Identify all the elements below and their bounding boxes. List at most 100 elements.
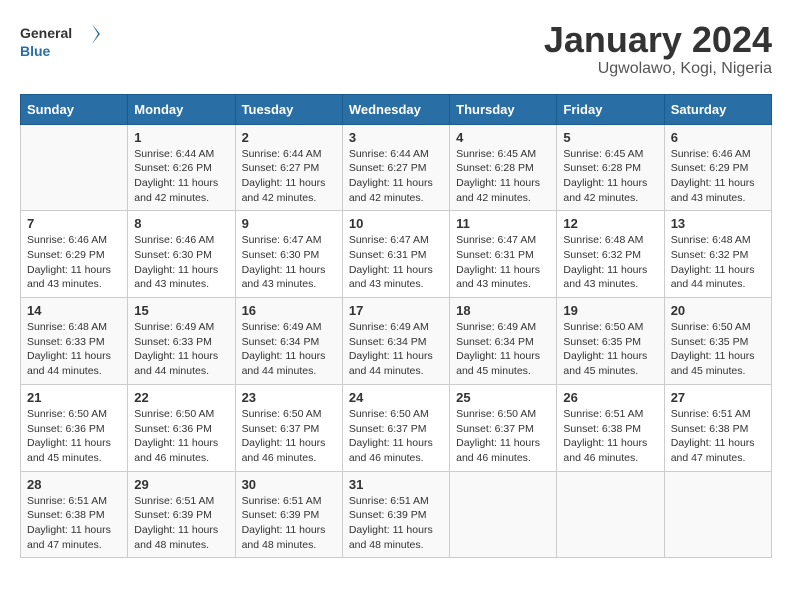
day-number: 23: [242, 390, 336, 405]
calendar-cell: [557, 471, 664, 558]
cell-info: Sunrise: 6:49 AM Sunset: 6:33 PM Dayligh…: [134, 320, 228, 379]
day-header-monday: Monday: [128, 94, 235, 124]
cell-info: Sunrise: 6:51 AM Sunset: 6:39 PM Dayligh…: [242, 494, 336, 553]
cell-info: Sunrise: 6:44 AM Sunset: 6:26 PM Dayligh…: [134, 147, 228, 206]
cell-info: Sunrise: 6:50 AM Sunset: 6:37 PM Dayligh…: [456, 407, 550, 466]
day-number: 27: [671, 390, 765, 405]
day-number: 5: [563, 130, 657, 145]
logo: General Blue: [20, 20, 100, 62]
calendar-cell: 2 Sunrise: 6:44 AM Sunset: 6:27 PM Dayli…: [235, 124, 342, 211]
calendar-cell: 25 Sunrise: 6:50 AM Sunset: 6:37 PM Dayl…: [450, 384, 557, 471]
calendar-cell: 20 Sunrise: 6:50 AM Sunset: 6:35 PM Dayl…: [664, 298, 771, 385]
calendar-cell: 15 Sunrise: 6:49 AM Sunset: 6:33 PM Dayl…: [128, 298, 235, 385]
day-header-friday: Friday: [557, 94, 664, 124]
calendar-cell: 9 Sunrise: 6:47 AM Sunset: 6:30 PM Dayli…: [235, 211, 342, 298]
day-number: 19: [563, 303, 657, 318]
cell-info: Sunrise: 6:48 AM Sunset: 6:32 PM Dayligh…: [671, 233, 765, 292]
cell-info: Sunrise: 6:46 AM Sunset: 6:29 PM Dayligh…: [671, 147, 765, 206]
day-number: 14: [27, 303, 121, 318]
calendar-cell: [21, 124, 128, 211]
cell-info: Sunrise: 6:44 AM Sunset: 6:27 PM Dayligh…: [349, 147, 443, 206]
calendar-cell: 31 Sunrise: 6:51 AM Sunset: 6:39 PM Dayl…: [342, 471, 449, 558]
calendar-cell: 29 Sunrise: 6:51 AM Sunset: 6:39 PM Dayl…: [128, 471, 235, 558]
svg-text:Blue: Blue: [20, 43, 51, 59]
calendar-cell: 30 Sunrise: 6:51 AM Sunset: 6:39 PM Dayl…: [235, 471, 342, 558]
calendar-cell: 16 Sunrise: 6:49 AM Sunset: 6:34 PM Dayl…: [235, 298, 342, 385]
day-number: 17: [349, 303, 443, 318]
calendar-cell: 17 Sunrise: 6:49 AM Sunset: 6:34 PM Dayl…: [342, 298, 449, 385]
cell-info: Sunrise: 6:50 AM Sunset: 6:35 PM Dayligh…: [671, 320, 765, 379]
cell-info: Sunrise: 6:46 AM Sunset: 6:29 PM Dayligh…: [27, 233, 121, 292]
day-number: 8: [134, 216, 228, 231]
day-number: 2: [242, 130, 336, 145]
calendar-cell: 4 Sunrise: 6:45 AM Sunset: 6:28 PM Dayli…: [450, 124, 557, 211]
day-number: 30: [242, 477, 336, 492]
day-number: 9: [242, 216, 336, 231]
logo-svg: General Blue: [20, 20, 100, 62]
day-number: 25: [456, 390, 550, 405]
cell-info: Sunrise: 6:48 AM Sunset: 6:32 PM Dayligh…: [563, 233, 657, 292]
title-block: January 2024 Ugwolawo, Kogi, Nigeria: [544, 20, 772, 78]
cell-info: Sunrise: 6:49 AM Sunset: 6:34 PM Dayligh…: [456, 320, 550, 379]
day-header-sunday: Sunday: [21, 94, 128, 124]
calendar-cell: 14 Sunrise: 6:48 AM Sunset: 6:33 PM Dayl…: [21, 298, 128, 385]
calendar-cell: 10 Sunrise: 6:47 AM Sunset: 6:31 PM Dayl…: [342, 211, 449, 298]
cell-info: Sunrise: 6:51 AM Sunset: 6:38 PM Dayligh…: [671, 407, 765, 466]
day-number: 11: [456, 216, 550, 231]
cell-info: Sunrise: 6:51 AM Sunset: 6:38 PM Dayligh…: [563, 407, 657, 466]
cell-info: Sunrise: 6:49 AM Sunset: 6:34 PM Dayligh…: [349, 320, 443, 379]
cell-info: Sunrise: 6:47 AM Sunset: 6:31 PM Dayligh…: [349, 233, 443, 292]
page-header: General Blue January 2024 Ugwolawo, Kogi…: [20, 20, 772, 78]
day-number: 4: [456, 130, 550, 145]
calendar-table: SundayMondayTuesdayWednesdayThursdayFrid…: [20, 94, 772, 559]
calendar-cell: 1 Sunrise: 6:44 AM Sunset: 6:26 PM Dayli…: [128, 124, 235, 211]
cell-info: Sunrise: 6:45 AM Sunset: 6:28 PM Dayligh…: [563, 147, 657, 206]
day-number: 6: [671, 130, 765, 145]
cell-info: Sunrise: 6:49 AM Sunset: 6:34 PM Dayligh…: [242, 320, 336, 379]
cell-info: Sunrise: 6:45 AM Sunset: 6:28 PM Dayligh…: [456, 147, 550, 206]
cell-info: Sunrise: 6:51 AM Sunset: 6:38 PM Dayligh…: [27, 494, 121, 553]
calendar-cell: 18 Sunrise: 6:49 AM Sunset: 6:34 PM Dayl…: [450, 298, 557, 385]
cell-info: Sunrise: 6:50 AM Sunset: 6:37 PM Dayligh…: [242, 407, 336, 466]
day-number: 12: [563, 216, 657, 231]
day-header-wednesday: Wednesday: [342, 94, 449, 124]
day-number: 7: [27, 216, 121, 231]
cell-info: Sunrise: 6:47 AM Sunset: 6:31 PM Dayligh…: [456, 233, 550, 292]
day-number: 22: [134, 390, 228, 405]
location: Ugwolawo, Kogi, Nigeria: [544, 60, 772, 78]
week-row-4: 21 Sunrise: 6:50 AM Sunset: 6:36 PM Dayl…: [21, 384, 772, 471]
calendar-cell: 23 Sunrise: 6:50 AM Sunset: 6:37 PM Dayl…: [235, 384, 342, 471]
day-number: 26: [563, 390, 657, 405]
calendar-cell: 21 Sunrise: 6:50 AM Sunset: 6:36 PM Dayl…: [21, 384, 128, 471]
calendar-cell: 6 Sunrise: 6:46 AM Sunset: 6:29 PM Dayli…: [664, 124, 771, 211]
day-number: 31: [349, 477, 443, 492]
day-header-saturday: Saturday: [664, 94, 771, 124]
day-header-thursday: Thursday: [450, 94, 557, 124]
calendar-cell: 8 Sunrise: 6:46 AM Sunset: 6:30 PM Dayli…: [128, 211, 235, 298]
calendar-cell: [450, 471, 557, 558]
calendar-cell: 26 Sunrise: 6:51 AM Sunset: 6:38 PM Dayl…: [557, 384, 664, 471]
month-title: January 2024: [544, 20, 772, 60]
day-number: 18: [456, 303, 550, 318]
day-number: 29: [134, 477, 228, 492]
cell-info: Sunrise: 6:51 AM Sunset: 6:39 PM Dayligh…: [134, 494, 228, 553]
day-number: 3: [349, 130, 443, 145]
day-number: 10: [349, 216, 443, 231]
day-number: 13: [671, 216, 765, 231]
calendar-cell: 24 Sunrise: 6:50 AM Sunset: 6:37 PM Dayl…: [342, 384, 449, 471]
cell-info: Sunrise: 6:51 AM Sunset: 6:39 PM Dayligh…: [349, 494, 443, 553]
header-row: SundayMondayTuesdayWednesdayThursdayFrid…: [21, 94, 772, 124]
week-row-3: 14 Sunrise: 6:48 AM Sunset: 6:33 PM Dayl…: [21, 298, 772, 385]
day-number: 16: [242, 303, 336, 318]
day-number: 1: [134, 130, 228, 145]
day-number: 24: [349, 390, 443, 405]
cell-info: Sunrise: 6:50 AM Sunset: 6:37 PM Dayligh…: [349, 407, 443, 466]
cell-info: Sunrise: 6:50 AM Sunset: 6:36 PM Dayligh…: [27, 407, 121, 466]
day-number: 21: [27, 390, 121, 405]
calendar-cell: 13 Sunrise: 6:48 AM Sunset: 6:32 PM Dayl…: [664, 211, 771, 298]
cell-info: Sunrise: 6:50 AM Sunset: 6:35 PM Dayligh…: [563, 320, 657, 379]
cell-info: Sunrise: 6:47 AM Sunset: 6:30 PM Dayligh…: [242, 233, 336, 292]
calendar-cell: 11 Sunrise: 6:47 AM Sunset: 6:31 PM Dayl…: [450, 211, 557, 298]
week-row-1: 1 Sunrise: 6:44 AM Sunset: 6:26 PM Dayli…: [21, 124, 772, 211]
calendar-cell: 3 Sunrise: 6:44 AM Sunset: 6:27 PM Dayli…: [342, 124, 449, 211]
